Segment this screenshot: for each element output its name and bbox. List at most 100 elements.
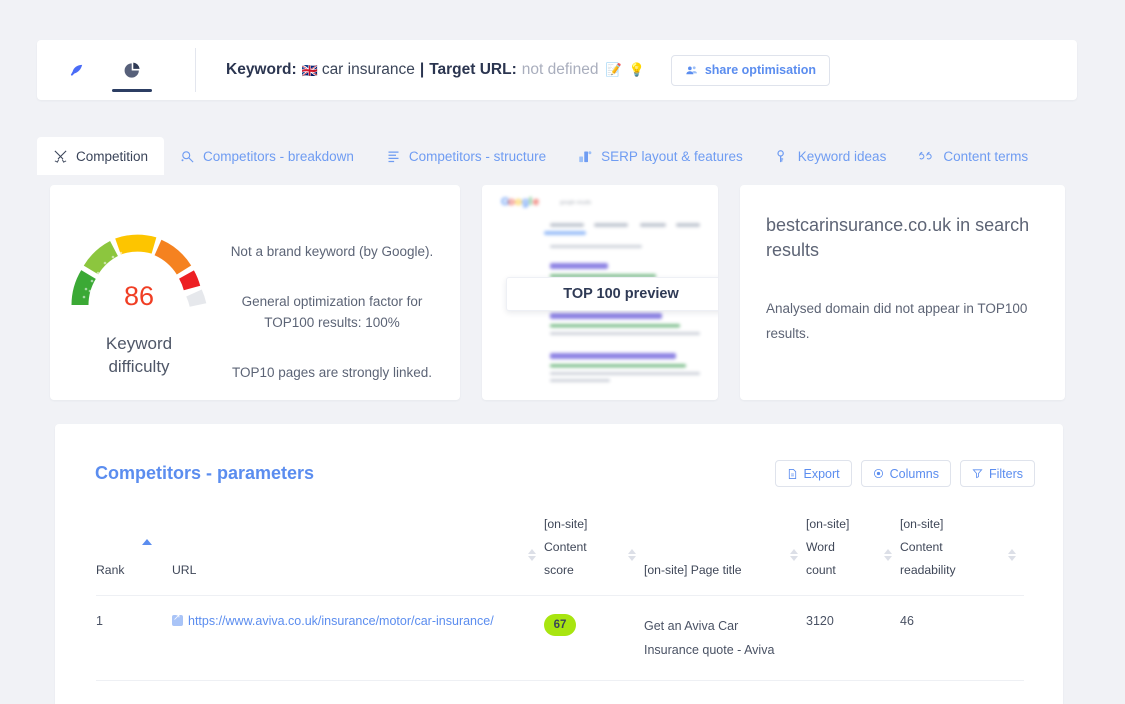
tab-competitors-breakdown[interactable]: Competitors - breakdown — [164, 137, 370, 175]
difficulty-gauge: 86 — [68, 229, 210, 311]
note-optimization-line1: General optimization factor for — [228, 292, 436, 312]
table-row: 1 https://www.aviva.co.uk/insurance/moto… — [96, 595, 1024, 681]
quotes-icon — [918, 149, 935, 164]
col-pt-line3: [on-site] Page title — [644, 559, 806, 582]
col-header-rank[interactable]: Rank — [96, 513, 172, 595]
filters-label: Filters — [989, 467, 1023, 481]
col-url-line3: URL — [172, 559, 544, 582]
top-bar: Keyword: 🇬🇧 car insurance | Target URL: … — [37, 40, 1077, 100]
sort-toggle-content-score-icon[interactable] — [628, 549, 636, 561]
share-optimisation-label: share optimisation — [705, 63, 816, 77]
col-header-content-readability[interactable]: [on-site] Content readability — [900, 513, 1024, 595]
panel-actions: Export Columns Filters — [775, 460, 1036, 487]
tab-keyword-ideas[interactable]: Keyword ideas — [759, 137, 903, 175]
col-wc-line1: [on-site] — [806, 513, 900, 536]
section-tabs: Competition Competitors - breakdown Comp… — [37, 137, 1077, 175]
col-header-url[interactable]: URL — [172, 513, 544, 595]
col-header-word-count[interactable]: [on-site] Word count — [806, 513, 900, 595]
note-brand-keyword: Not a brand keyword (by Google). — [228, 242, 436, 262]
feather-icon[interactable] — [61, 40, 91, 100]
cell-rank: 1 — [96, 595, 172, 681]
tab-competitors-structure-label: Competitors - structure — [409, 149, 546, 164]
export-label: Export — [804, 467, 840, 481]
competitors-table: Rank URL [on-site] Content score [on-sit… — [96, 513, 1024, 681]
sort-ascending-icon[interactable] — [142, 539, 152, 545]
tab-competitors-structure[interactable]: Competitors - structure — [370, 137, 562, 175]
toolbar-divider — [195, 48, 196, 92]
col-header-content-score[interactable]: [on-site] Content score — [544, 513, 644, 595]
tab-competitors-breakdown-label: Competitors - breakdown — [203, 149, 354, 164]
app-mode-icons — [37, 40, 196, 100]
serp-preview-card[interactable]: G o o g l e google results — [482, 185, 718, 400]
note-linking: TOP10 pages are strongly linked. — [228, 363, 436, 383]
sort-toggle-url-icon[interactable] — [528, 549, 536, 561]
col-cr-line3: readability — [900, 559, 1024, 582]
export-button[interactable]: Export — [775, 460, 852, 487]
gauge-column: 86 Keyword difficulty — [50, 207, 228, 379]
svg-text:l: l — [529, 196, 532, 208]
col-cs-line1: [on-site] — [544, 513, 644, 536]
difficulty-label-line2: difficulty — [106, 356, 172, 379]
page-title-line1: Get an Aviva Car — [644, 619, 738, 633]
svg-text:o: o — [515, 196, 522, 208]
cell-word-count: 3120 — [806, 595, 900, 681]
keyword-value: car insurance — [322, 61, 415, 79]
blocks-icon — [578, 149, 593, 164]
svg-text:google results: google results — [560, 200, 592, 206]
summary-cards-row: 86 Keyword difficulty Not a brand keywor… — [50, 185, 1065, 400]
columns-label: Columns — [890, 467, 939, 481]
content-score-badge: 67 — [544, 614, 576, 636]
cell-url[interactable]: https://www.aviva.co.uk/insurance/motor/… — [172, 595, 544, 681]
svg-text:o: o — [508, 196, 515, 208]
page-title-line2: Insurance quote - Aviva — [644, 643, 774, 657]
tab-competition-label: Competition — [76, 149, 148, 164]
panel-title: Competitors - parameters — [95, 463, 314, 484]
top-100-preview-button[interactable]: TOP 100 preview — [506, 277, 718, 311]
domain-card-body: Analysed domain did not appear in TOP100… — [766, 297, 1039, 347]
difficulty-label: Keyword difficulty — [106, 333, 172, 379]
col-wc-line3: count — [806, 559, 900, 582]
target-url-value: not defined — [522, 61, 599, 79]
title-separator: | — [420, 61, 424, 79]
list-lines-icon — [386, 149, 401, 164]
difficulty-label-line1: Keyword — [106, 333, 172, 356]
table-header-row: Rank URL [on-site] Content score [on-sit… — [96, 513, 1024, 595]
svg-text:e: e — [533, 196, 539, 208]
keyword-summary: Keyword: 🇬🇧 car insurance | Target URL: … — [226, 61, 645, 79]
cell-content-score: 67 — [544, 595, 644, 681]
cell-url-text: https://www.aviva.co.uk/insurance/motor/… — [188, 614, 494, 628]
domain-in-search-results-card: bestcarinsurance.co.uk in search results… — [740, 185, 1065, 400]
col-rank-line3: Rank — [96, 559, 172, 582]
share-optimisation-button[interactable]: share optimisation — [671, 55, 830, 86]
tab-content-terms[interactable]: Content terms — [902, 137, 1044, 175]
key-icon — [775, 149, 790, 164]
cell-page-title: Get an Aviva Car Insurance quote - Aviva — [644, 595, 806, 681]
columns-button[interactable]: Columns — [861, 460, 951, 487]
svg-text:g: g — [522, 196, 529, 208]
share-users-icon — [685, 64, 698, 77]
filters-button[interactable]: Filters — [960, 460, 1035, 487]
difficulty-value: 86 — [68, 281, 210, 312]
tab-serp-layout-features[interactable]: SERP layout & features — [562, 137, 759, 175]
table-body: 1 https://www.aviva.co.uk/insurance/moto… — [96, 595, 1024, 681]
top-100-preview-label: TOP 100 preview — [563, 286, 679, 302]
filter-icon — [972, 468, 983, 479]
tab-competition[interactable]: Competition — [37, 137, 164, 175]
table-header: Rank URL [on-site] Content score [on-sit… — [96, 513, 1024, 595]
edit-icon[interactable]: 📝 — [605, 62, 621, 78]
keyword-label: Keyword: — [226, 61, 297, 79]
tab-keyword-ideas-label: Keyword ideas — [798, 149, 887, 164]
col-cr-line1: [on-site] — [900, 513, 1024, 536]
panel-header: Competitors - parameters Export Columns — [55, 424, 1063, 487]
country-flag-icon: 🇬🇧 — [302, 64, 317, 77]
sort-toggle-content-readability-icon[interactable] — [1008, 549, 1016, 561]
export-icon — [787, 468, 798, 480]
sort-toggle-word-count-icon[interactable] — [884, 549, 892, 561]
magnifier-icon — [180, 149, 195, 164]
col-cr-line2: Content — [900, 536, 1024, 559]
note-optimization-line2: TOP100 results: 100% — [228, 313, 436, 333]
sort-toggle-page-title-icon[interactable] — [790, 549, 798, 561]
lightbulb-icon[interactable]: 💡 — [629, 62, 645, 78]
pie-chart-icon[interactable] — [117, 40, 147, 100]
col-header-page-title[interactable]: [on-site] Page title — [644, 513, 806, 595]
